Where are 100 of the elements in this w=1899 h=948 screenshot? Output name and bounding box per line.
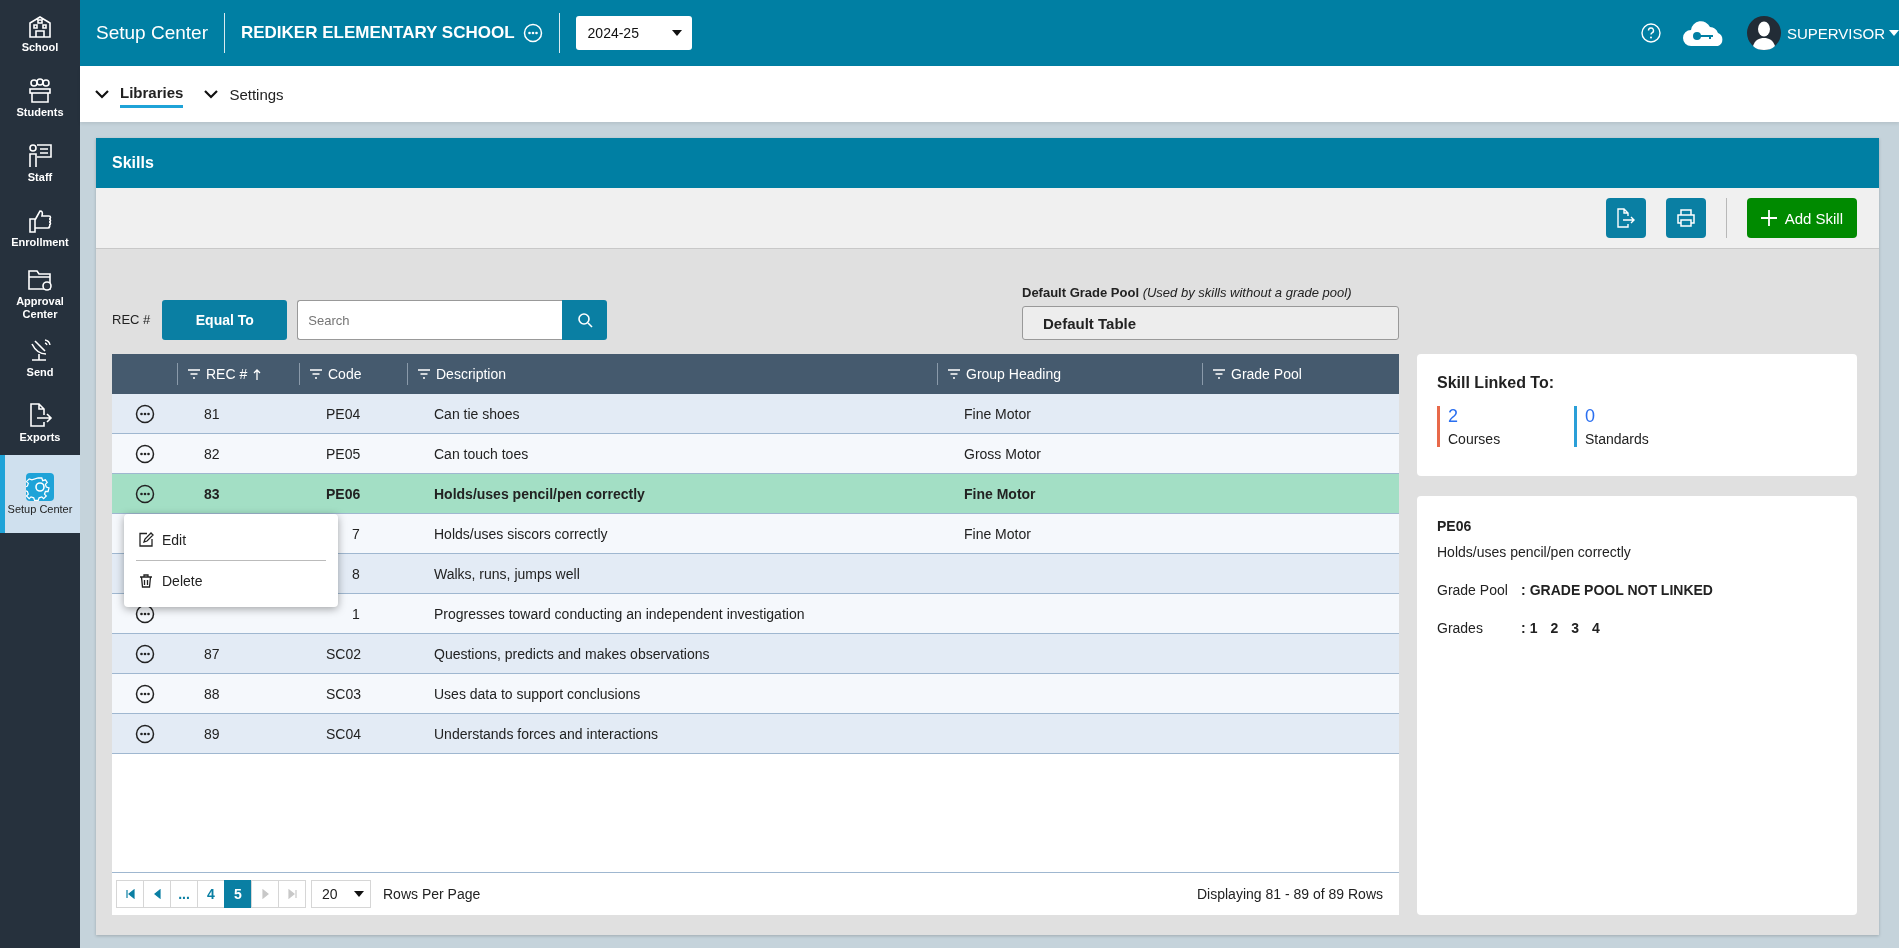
nav-tab[interactable]: Settings — [229, 81, 284, 107]
table-cell: Progresses toward conducting an independent investigation — [434, 605, 805, 622]
rows-per-page-select[interactable]: 20 — [311, 880, 371, 908]
chevron-down-icon — [94, 89, 110, 99]
more-icon[interactable] — [134, 723, 155, 744]
table-row[interactable]: 83 PE06 Holds/uses pencil/pen correctly Fine Motor — [112, 474, 1399, 514]
operator-button[interactable]: Equal To — [162, 300, 288, 340]
column-header[interactable]: Group Heading — [966, 366, 1061, 382]
skill-description: Holds/uses pencil/pen correctly — [1437, 544, 1632, 560]
table-row[interactable]: 88 SC03 Uses data to support conclusions — [112, 674, 1399, 714]
search-field[interactable]: Search — [297, 300, 563, 340]
field-label: Grade Pool — [1437, 582, 1509, 598]
more-icon[interactable] — [134, 683, 155, 704]
sidebar-item[interactable]: Send — [0, 325, 80, 390]
filter-icon[interactable] — [188, 369, 200, 379]
triangle-icon — [260, 889, 270, 899]
more-icon[interactable] — [134, 403, 155, 424]
page-button[interactable]: 4 — [197, 880, 225, 908]
page-button[interactable]: ... — [170, 880, 198, 908]
caret-down-icon — [354, 891, 364, 897]
more-icon[interactable] — [134, 643, 155, 664]
table-cell: Fine Motor — [964, 405, 1031, 422]
table-row[interactable]: 81 PE04 Can tie shoes Fine Motor — [112, 394, 1399, 434]
table-cell: Can touch toes — [434, 445, 529, 462]
skill-code: PE06 — [1437, 518, 1473, 534]
filter-icon[interactable] — [948, 369, 960, 379]
column-header[interactable]: REC # — [206, 366, 248, 382]
caret-down-icon — [1889, 30, 1899, 36]
cloud-key-icon[interactable] — [1682, 20, 1725, 46]
printer-icon — [1675, 208, 1696, 228]
chevron-down-icon — [203, 89, 220, 99]
year-select[interactable]: 2024-25 — [575, 16, 692, 50]
sidebar-item[interactable]: Exports — [0, 390, 80, 455]
grade-pool-select[interactable]: Default Table — [1022, 306, 1399, 340]
user-menu[interactable]: SUPERVISOR — [1786, 24, 1899, 42]
search-button[interactable] — [562, 300, 608, 340]
table-row[interactable]: 82 PE05 Can touch toes Gross Motor — [112, 434, 1399, 474]
edit-icon — [138, 532, 154, 548]
table-cell: Gross Motor — [964, 445, 1041, 462]
table-cell: 87 — [204, 645, 220, 662]
field-value: GRADE POOL NOT LINKED — [1529, 582, 1713, 598]
column-header[interactable]: Code — [328, 366, 362, 382]
table-cell: SC04 — [326, 725, 362, 742]
separator: : — [1521, 582, 1526, 598]
triangle-icon — [125, 889, 135, 899]
previous-page-button[interactable] — [143, 880, 171, 908]
stat-value[interactable]: 2 — [1448, 406, 1501, 427]
sidebar-item[interactable]: Approval Center — [0, 260, 80, 325]
table-row[interactable]: 87 SC02 Questions, predicts and makes observations — [112, 634, 1399, 674]
table-cell: Holds/uses pencil/pen correctly — [434, 485, 645, 502]
table-cell: 7 — [352, 525, 360, 542]
table-cell: Can tie shoes — [434, 405, 520, 422]
filter-icon[interactable] — [418, 369, 430, 379]
stat-label: Courses — [1448, 431, 1501, 447]
page-button[interactable]: 5 — [224, 880, 252, 908]
stat-label: Standards — [1585, 431, 1649, 447]
rows-per-page-label: Rows Per Page — [383, 886, 481, 902]
panel-title: Skills — [112, 154, 154, 172]
stat-value[interactable]: 0 — [1585, 406, 1649, 427]
grade-value: 4 — [1592, 620, 1600, 636]
file-export-icon — [1616, 208, 1635, 228]
export-button[interactable] — [1605, 198, 1646, 238]
table-row[interactable]: 1 Progresses toward conducting an independent investigation — [112, 594, 1399, 634]
sidebar-item[interactable]: School — [0, 0, 80, 65]
table-cell: 8 — [352, 565, 360, 582]
column-header[interactable]: Description — [436, 366, 507, 382]
grade-pool-label: Default Grade Pool — [1022, 285, 1140, 300]
sidebar-item[interactable]: Staff — [0, 130, 80, 195]
triangle-icon — [287, 889, 297, 899]
table-cell: Walks, runs, jumps well — [434, 565, 580, 582]
table-cell: 83 — [204, 485, 220, 502]
table-cell: Questions, predicts and makes observations — [434, 645, 710, 662]
app-title: Setup Center — [96, 22, 208, 44]
table-cell: Understands forces and interactions — [434, 725, 659, 742]
first-page-button[interactable] — [116, 880, 144, 908]
row-summary: Displaying 81 - 89 of 89 Rows — [1197, 886, 1383, 902]
add-skill-button[interactable]: Add Skill — [1746, 198, 1857, 238]
table-cell: 88 — [204, 685, 220, 702]
filter-icon[interactable] — [1213, 369, 1225, 379]
caret-down-icon — [671, 30, 682, 36]
column-header[interactable]: Grade Pool — [1231, 366, 1302, 382]
table-row[interactable]: 89 SC04 Understands forces and interactions — [112, 714, 1399, 754]
print-button[interactable] — [1665, 198, 1706, 238]
menu-item[interactable]: Delete — [136, 560, 326, 601]
sidebar-item[interactable]: Students — [0, 65, 80, 130]
help-icon[interactable] — [1640, 23, 1661, 43]
table-cell: 1 — [352, 605, 360, 622]
filter-label: REC # — [112, 311, 151, 329]
school-name: REDIKER ELEMENTARY SCHOOL — [240, 23, 515, 43]
table-cell: 82 — [204, 445, 220, 462]
more-icon[interactable] — [134, 443, 155, 464]
table-cell: Fine Motor — [964, 525, 1031, 542]
table-cell: Uses data to support conclusions — [434, 685, 641, 702]
sidebar-item[interactable]: Setup Center — [0, 455, 80, 533]
filter-icon[interactable] — [310, 369, 322, 379]
plus-icon — [1760, 210, 1777, 226]
sidebar-item[interactable]: Enrollment — [0, 195, 80, 260]
more-icon[interactable] — [134, 483, 155, 504]
nav-tab[interactable]: Libraries — [120, 80, 184, 108]
people-icon — [26, 76, 54, 104]
